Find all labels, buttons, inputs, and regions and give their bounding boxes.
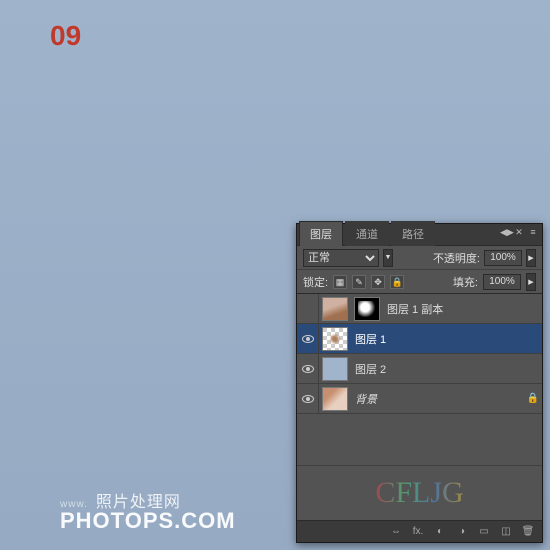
lock-all-icon[interactable]: 🔒 — [390, 275, 404, 289]
collapse-icon[interactable]: ◀▶ — [500, 227, 510, 237]
layer-thumbnail[interactable] — [322, 387, 348, 411]
fill-label: 填充: — [453, 274, 478, 290]
visibility-toggle[interactable] — [297, 354, 319, 384]
link-icon[interactable]: ⇔ — [388, 525, 404, 539]
layer-name[interactable]: 图层 2 — [351, 361, 542, 377]
layer-name[interactable]: 图层 1 副本 — [383, 301, 542, 317]
decorative-logo: CFLJG — [297, 465, 542, 520]
layer-name[interactable]: 背景 — [351, 391, 524, 407]
layer-row[interactable]: 图层 2 — [297, 354, 542, 384]
lock-label: 锁定: — [303, 274, 328, 290]
fx-icon[interactable]: fx. — [410, 525, 426, 539]
fill-value[interactable]: 100% — [483, 274, 521, 290]
layer-mask-thumbnail[interactable] — [354, 297, 380, 321]
eye-icon — [302, 335, 314, 343]
layer-row[interactable]: 背景🔒 — [297, 384, 542, 414]
blend-mode-dropdown-icon[interactable]: ▼ — [383, 249, 393, 267]
visibility-toggle[interactable] — [297, 294, 319, 324]
group-icon[interactable]: ▭ — [476, 525, 492, 539]
eye-icon — [302, 365, 314, 373]
layer-thumbnail[interactable] — [322, 327, 348, 351]
layer-row[interactable]: 图层 1 副本 — [297, 294, 542, 324]
layer-thumbnail[interactable] — [322, 357, 348, 381]
opacity-slider-icon[interactable]: ▶ — [526, 249, 536, 267]
fill-slider-icon[interactable]: ▶ — [526, 273, 536, 291]
visibility-toggle[interactable] — [297, 324, 319, 354]
close-icon[interactable]: ✕ — [514, 227, 524, 237]
lock-position-icon[interactable]: ✥ — [371, 275, 385, 289]
layers-panel: 图层 通道 路径 ◀▶ ✕ ≡ 正常 ▼ 不透明度: 100% ▶ 锁定: ▦ … — [296, 223, 543, 543]
lock-fill-row: 锁定: ▦ ✎ ✥ 🔒 填充: 100% ▶ — [297, 270, 542, 294]
lock-icon: 🔒 — [524, 393, 542, 404]
blend-opacity-row: 正常 ▼ 不透明度: 100% ▶ — [297, 246, 542, 270]
eye-icon — [302, 395, 314, 403]
adjustment-icon[interactable]: ◑ — [454, 525, 470, 539]
trash-icon[interactable]: 🗑 — [520, 525, 536, 539]
panel-footer: ⇔ fx. ◐ ◑ ▭ ◫ 🗑 — [297, 520, 542, 542]
layer-row[interactable]: 图层 1 — [297, 324, 542, 354]
tab-paths[interactable]: 路径 — [391, 221, 435, 246]
new-layer-icon[interactable]: ◫ — [498, 525, 514, 539]
mask-icon[interactable]: ◐ — [432, 525, 448, 539]
step-number-overlay: 09 — [50, 20, 81, 52]
tab-layers[interactable]: 图层 — [299, 221, 343, 246]
opacity-value[interactable]: 100% — [484, 250, 522, 266]
watermark: www.照片处理网 PHOTOPS.COM — [60, 488, 236, 534]
panel-header: 图层 通道 路径 ◀▶ ✕ ≡ — [297, 224, 542, 246]
lock-transparency-icon[interactable]: ▦ — [333, 275, 347, 289]
blend-mode-select[interactable]: 正常 — [303, 249, 379, 267]
lock-pixels-icon[interactable]: ✎ — [352, 275, 366, 289]
layers-list: 图层 1 副本图层 1 图层 2 背景🔒 — [297, 294, 542, 465]
layer-name[interactable]: 图层 1 — [351, 331, 542, 347]
layer-thumbnail[interactable] — [322, 297, 348, 321]
opacity-label: 不透明度: — [433, 250, 480, 266]
menu-icon[interactable]: ≡ — [528, 227, 538, 237]
visibility-toggle[interactable] — [297, 384, 319, 414]
tab-channels[interactable]: 通道 — [345, 221, 389, 246]
